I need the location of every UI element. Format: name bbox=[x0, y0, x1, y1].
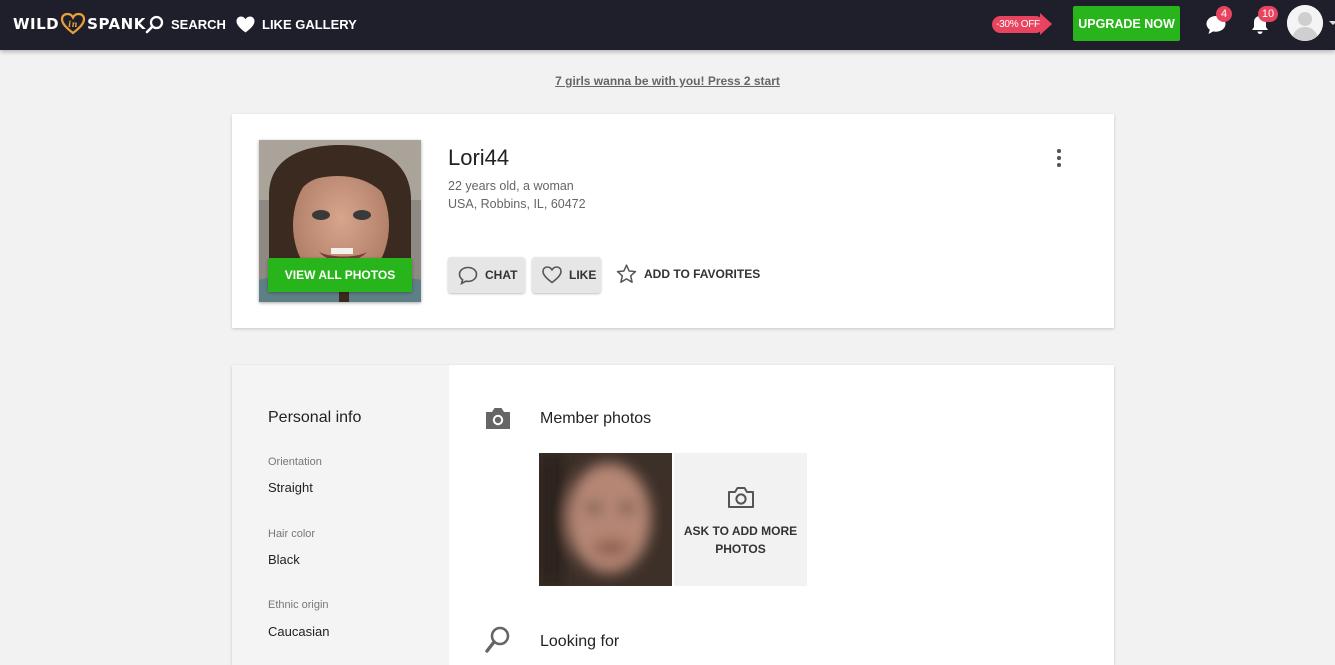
logo-heart-icon: in bbox=[61, 12, 86, 35]
member-photo-thumbnail[interactable] bbox=[539, 453, 672, 586]
blurred-photo-image bbox=[539, 453, 672, 586]
kebab-menu-icon[interactable] bbox=[1054, 149, 1064, 169]
star-icon bbox=[616, 264, 637, 283]
camera-icon bbox=[486, 408, 510, 429]
nav-like-gallery-label: LIKE GALLERY bbox=[262, 16, 357, 32]
chat-button[interactable]: CHAT bbox=[448, 257, 525, 293]
chat-button-label: CHAT bbox=[485, 268, 518, 282]
orientation-label: Orientation bbox=[268, 456, 322, 468]
looking-for-title: Looking for bbox=[540, 633, 620, 650]
hair-color-label: Hair color bbox=[268, 528, 316, 540]
hair-color-value: Black bbox=[268, 552, 300, 567]
add-to-favorites-link[interactable]: ADD TO FAVORITES bbox=[616, 264, 760, 284]
user-avatar-icon bbox=[1287, 5, 1323, 41]
user-avatar[interactable] bbox=[1287, 5, 1323, 41]
ask-more-line1: ASK TO ADD MORE bbox=[683, 524, 798, 538]
logo[interactable]: WILD in SPANK bbox=[13, 12, 146, 36]
ask-more-label: ASK TO ADD MORE PHOTOS bbox=[674, 522, 807, 558]
profile-details-card: Personal info Orientation Straight Hair … bbox=[232, 365, 1114, 665]
logo-text-left: WILD bbox=[13, 15, 60, 33]
orientation-value: Straight bbox=[268, 480, 313, 495]
profile-location: USA, Robbins, IL, 60472 bbox=[448, 197, 586, 211]
search-icon bbox=[145, 15, 164, 33]
profile-name: Lori44 bbox=[448, 145, 510, 170]
ask-to-add-more-photos-button[interactable]: ASK TO ADD MORE PHOTOS bbox=[674, 453, 807, 586]
svg-text:in: in bbox=[68, 19, 78, 29]
ask-more-line2: PHOTOS bbox=[715, 542, 766, 556]
add-to-favorites-label: ADD TO FAVORITES bbox=[644, 267, 761, 281]
view-all-photos-button[interactable]: VIEW ALL PHOTOS bbox=[268, 258, 412, 292]
notifications-button[interactable]: 10 bbox=[1249, 6, 1278, 38]
chat-outline-icon bbox=[458, 266, 478, 285]
account-menu-caret-icon[interactable] bbox=[1329, 21, 1335, 25]
profile-card: VIEW ALL PHOTOS Lori44 22 years old, a w… bbox=[232, 114, 1114, 328]
nav-search-link[interactable]: SEARCH bbox=[145, 14, 226, 34]
camera-outline-icon bbox=[728, 487, 754, 508]
ethnic-origin-value: Caucasian bbox=[268, 624, 330, 639]
top-navbar: WILD in SPANK SEARCH LIKE GALLERY -30% O… bbox=[0, 0, 1335, 50]
messages-button[interactable]: 4 bbox=[1205, 6, 1232, 38]
heart-icon bbox=[236, 16, 255, 32]
member-photos-title: Member photos bbox=[540, 410, 652, 427]
profile-age-gender: 22 years old, a woman bbox=[448, 179, 574, 193]
like-button-label: LIKE bbox=[569, 268, 597, 282]
upgrade-now-button[interactable]: UPGRADE NOW bbox=[1073, 6, 1180, 41]
personal-info-panel: Personal info Orientation Straight Hair … bbox=[232, 365, 449, 665]
discount-text: -30% OFF bbox=[992, 16, 1044, 33]
personal-info-title: Personal info bbox=[268, 409, 362, 426]
messages-count-badge: 4 bbox=[1216, 6, 1232, 22]
nav-like-gallery-link[interactable]: LIKE GALLERY bbox=[236, 14, 357, 34]
heart-outline-icon bbox=[542, 266, 562, 284]
promo-link[interactable]: 7 girls wanna be with you! Press 2 start bbox=[555, 74, 780, 88]
logo-text-right: SPANK bbox=[87, 15, 146, 33]
ethnic-origin-label: Ethnic origin bbox=[268, 599, 329, 611]
discount-badge: -30% OFF bbox=[992, 13, 1058, 35]
promo-banner: 7 girls wanna be with you! Press 2 start bbox=[0, 74, 1335, 88]
nav-search-label: SEARCH bbox=[171, 16, 226, 32]
search-outline-icon bbox=[485, 626, 510, 653]
like-button[interactable]: LIKE bbox=[532, 257, 601, 293]
notifications-count-badge: 10 bbox=[1258, 6, 1278, 22]
